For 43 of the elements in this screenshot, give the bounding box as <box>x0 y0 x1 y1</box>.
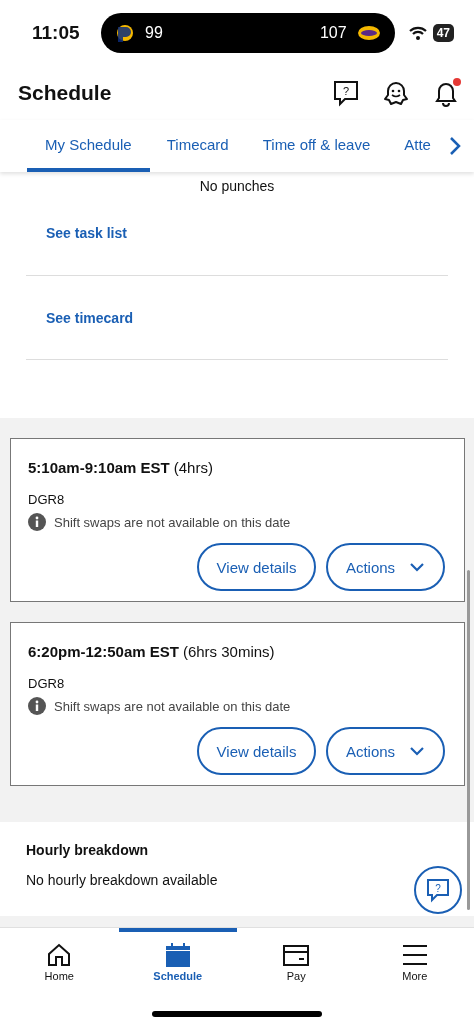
score: 107 <box>319 23 347 42</box>
wifi-icon <box>408 25 427 40</box>
help-chat-icon: ? <box>425 877 451 903</box>
tab[interactable]: Timecard <box>149 120 246 172</box>
help-chat-icon[interactable]: ? <box>332 78 360 107</box>
nav-item[interactable]: Pay <box>237 928 356 1000</box>
empty-message: No hourly breakdown available <box>26 872 219 888</box>
shift-swap-note: Shift swaps are not available on this date <box>54 514 291 530</box>
link[interactable]: See task list <box>26 224 127 241</box>
home-icon <box>46 942 73 968</box>
nav-item[interactable]: Schedule <box>118 928 237 1000</box>
shift-time: 5:10am-9:10am EST <box>28 459 170 476</box>
view-details-button[interactable]: View details <box>197 727 316 775</box>
nav-item[interactable]: More <box>355 928 474 1000</box>
tab[interactable]: Time off & leave <box>245 120 388 172</box>
page-title: Schedule <box>18 80 113 105</box>
logo-icon <box>115 22 135 43</box>
card-icon <box>282 942 311 968</box>
info-icon <box>28 697 46 715</box>
view-details-button[interactable]: View details <box>197 543 316 591</box>
logo-icon <box>356 24 381 41</box>
shift-duration: (6hrs 30mins) <box>182 643 275 660</box>
caret-icon <box>409 746 426 756</box>
link[interactable]: See timecard <box>26 309 134 326</box>
info-icon <box>28 513 46 531</box>
notification-bell-icon[interactable] <box>432 78 460 107</box>
actions-button[interactable]: Actions <box>326 543 445 591</box>
no-punches-text: No punches <box>198 177 276 196</box>
score: 99 <box>145 23 163 42</box>
site-code: DGR8 <box>28 676 66 691</box>
tab[interactable]: Atte <box>387 120 448 172</box>
shift-duration: (4hrs) <box>173 459 213 476</box>
site-code: DGR8 <box>28 492 66 507</box>
actions-button[interactable]: Actions <box>326 727 445 775</box>
menu-icon <box>400 942 429 968</box>
status-time: 11:05 <box>32 21 81 44</box>
shift-swap-note: Shift swaps are not available on this date <box>54 698 291 714</box>
section-title: Hourly breakdown <box>26 842 150 858</box>
calendar-icon <box>164 942 191 968</box>
battery-level: 47 <box>432 23 454 42</box>
nav-item[interactable]: Home <box>0 928 119 1000</box>
caret-icon <box>409 562 426 572</box>
shift-time: 6:20pm-12:50am EST <box>28 643 179 660</box>
